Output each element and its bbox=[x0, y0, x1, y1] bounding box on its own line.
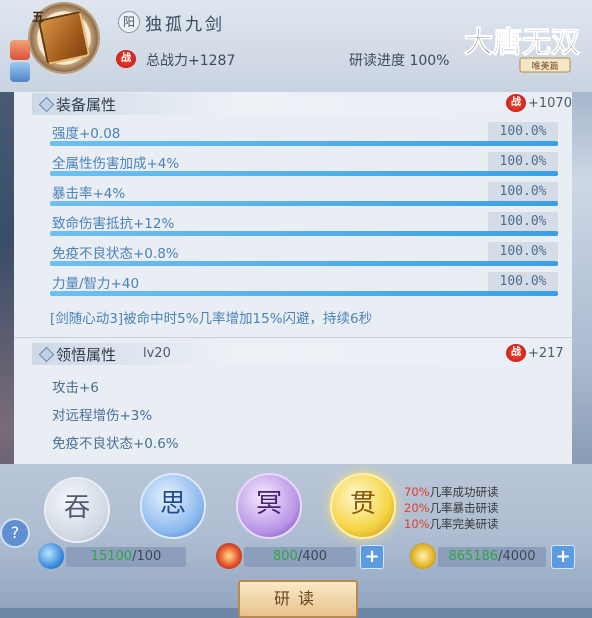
rate-text: 几率成功研读 bbox=[429, 485, 499, 499]
equip-section-title: 装备属性 bbox=[56, 96, 117, 114]
orb-si-button[interactable]: 思 bbox=[140, 473, 206, 539]
orb-tun-button[interactable]: 吞 bbox=[44, 477, 110, 543]
equip-attr-row: 暴击率+4% 100.0% bbox=[50, 180, 558, 206]
rate-crit: 20%几率暴击研读 bbox=[404, 500, 499, 516]
orb-ming-button[interactable]: 冥 bbox=[236, 473, 302, 539]
equip-attr-percent: 100.0% bbox=[488, 182, 558, 202]
equip-power: +1070 bbox=[528, 96, 572, 111]
resource-current: 865186 bbox=[448, 549, 499, 564]
comprehend-section-title: 领悟属性 bbox=[56, 346, 117, 364]
equip-attr-row: 力量/智力+40 100.0% bbox=[50, 270, 558, 296]
wind-element-icon bbox=[10, 62, 30, 82]
equip-power-icon: 战 bbox=[506, 94, 526, 112]
equip-attr-text: 强度+0.08 bbox=[52, 126, 121, 142]
equip-attr-bar-fill bbox=[50, 201, 558, 206]
equip-attr-bar bbox=[50, 141, 558, 146]
equip-attr-bar bbox=[50, 231, 558, 236]
logo-text: 大唐无双 bbox=[464, 25, 580, 59]
energy-icon bbox=[216, 543, 242, 569]
comprehend-attr: 攻击+6 bbox=[52, 380, 99, 396]
equip-attr-bar-fill bbox=[50, 171, 558, 176]
comprehend-attr: 对远程增伤+3% bbox=[52, 408, 153, 424]
add-energy-button[interactable]: + bbox=[360, 545, 384, 569]
equip-attr-row: 强度+0.08 100.0% bbox=[50, 120, 558, 146]
resource-total: /400 bbox=[297, 549, 328, 564]
equip-attr-percent: 100.0% bbox=[488, 152, 558, 172]
equip-attr-percent: 100.0% bbox=[488, 122, 558, 142]
equip-attr-percent: 100.0% bbox=[488, 272, 558, 292]
rate-pct: 10% bbox=[404, 517, 430, 531]
equip-attr-bar bbox=[50, 201, 558, 206]
study-progress: 研读进度 100% bbox=[349, 53, 450, 69]
resource-current: 15100 bbox=[90, 549, 133, 564]
item-title: 独孤九剑 bbox=[145, 15, 225, 35]
equip-attr-text: 致命伤害抵抗+12% bbox=[52, 216, 175, 232]
equip-attr-bar bbox=[50, 261, 558, 266]
equip-attr-text: 全属性伤害加成+4% bbox=[52, 156, 180, 172]
section-divider bbox=[14, 337, 572, 338]
yang-badge: 阳 bbox=[118, 11, 140, 33]
rate-perfect: 10%几率完美研读 bbox=[404, 516, 499, 532]
orb-guan-button[interactable]: 贯 bbox=[330, 473, 396, 539]
resource-total: /100 bbox=[132, 549, 162, 564]
rate-success: 70%几率成功研读 bbox=[404, 484, 499, 500]
resource-current: 800 bbox=[272, 549, 298, 564]
equip-attr-percent: 100.0% bbox=[488, 242, 558, 262]
comprehend-power: +217 bbox=[528, 346, 564, 361]
total-power: 总战力+1287 bbox=[146, 53, 236, 69]
rate-pct: 20% bbox=[404, 501, 430, 515]
rate-pct: 70% bbox=[404, 485, 430, 499]
equip-attr-bar-fill bbox=[50, 261, 558, 266]
equip-attr-bar-fill bbox=[50, 231, 558, 236]
add-coin-button[interactable]: + bbox=[551, 545, 575, 569]
logo-subtitle: 唯美篇 bbox=[531, 60, 558, 72]
equip-attr-row: 全属性伤害加成+4% 100.0% bbox=[50, 150, 558, 176]
equip-attr-text: 免疫不良状态+0.8% bbox=[52, 246, 179, 262]
equip-attr-percent: 100.0% bbox=[488, 212, 558, 232]
grade-label: 五 bbox=[32, 10, 45, 24]
power-icon: 战 bbox=[116, 50, 136, 68]
rate-text: 几率暴击研读 bbox=[429, 501, 499, 515]
equip-attr-row: 致命伤害抵抗+12% 100.0% bbox=[50, 210, 558, 236]
comprehend-power-icon: 战 bbox=[506, 344, 526, 362]
help-button[interactable]: ? bbox=[0, 518, 30, 548]
elixir-icon bbox=[38, 543, 64, 569]
resource-total: /4000 bbox=[498, 549, 536, 564]
equip-attr-bar-fill bbox=[50, 141, 558, 146]
equip-attr-bar bbox=[50, 171, 558, 176]
equip-attr-row: 免疫不良状态+0.8% 100.0% bbox=[50, 240, 558, 266]
equip-attr-text: 暴击率+4% bbox=[52, 186, 126, 202]
fire-element-icon bbox=[10, 40, 30, 60]
study-button[interactable]: 研读 bbox=[238, 580, 358, 618]
rate-text: 几率完美研读 bbox=[429, 517, 499, 531]
resource-elixir: 15100/100 bbox=[66, 547, 186, 567]
coin-icon bbox=[410, 543, 436, 569]
equip-attr-bar-fill bbox=[50, 291, 558, 296]
comprehend-level: lv20 bbox=[143, 346, 171, 361]
equip-attr-bar bbox=[50, 291, 558, 296]
game-logo: 大唐无双 唯美篇 bbox=[462, 14, 586, 76]
skill-description: [剑随心动3]被命中时5%几率增加15%闪避，持续6秒 bbox=[50, 311, 373, 327]
resource-coin: 865186/4000 bbox=[438, 547, 546, 567]
equip-attr-text: 力量/智力+40 bbox=[52, 276, 140, 292]
resource-energy: 800/400 bbox=[244, 547, 356, 567]
comprehend-attr: 免疫不良状态+0.6% bbox=[52, 436, 179, 452]
